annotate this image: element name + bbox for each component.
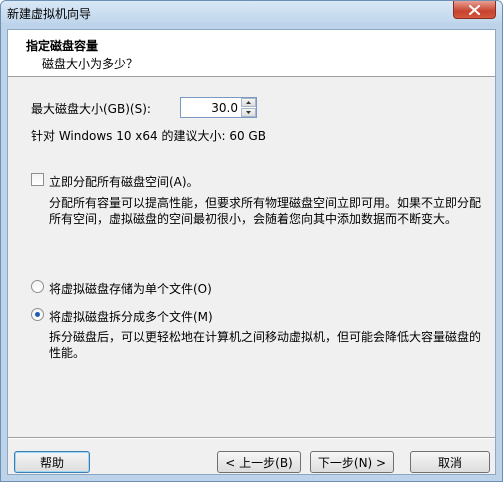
window-title: 新建虚拟机向导 [7,7,92,21]
spin-down-button[interactable] [241,108,256,117]
disk-size-label: 最大磁盘大小(GB)(S): [31,102,151,116]
title-bar[interactable]: 新建虚拟机向导 [1,1,502,23]
wizard-header: 指定磁盘容量 磁盘大小为多少？ [8,30,495,77]
wizard-client-area: 指定磁盘容量 磁盘大小为多少？ 最大磁盘大小(GB)(S): 针对 Window… [7,29,496,475]
next-button[interactable]: 下一步(N) > [310,451,394,473]
split-description: 拆分磁盘后，可以更轻松地在计算机之间移动虚拟机，但可能会降低大容量磁盘的性能。 [49,330,482,360]
back-button[interactable]: < 上一步(B) [217,451,301,473]
chevron-down-icon [246,111,251,114]
allocate-now-label[interactable]: 立即分配所有磁盘空间(A)。 [49,173,199,190]
spin-up-button[interactable] [241,98,256,107]
split-multiple-files-label[interactable]: 将虚拟磁盘拆分成多个文件(M) [49,308,213,325]
allocate-now-checkbox[interactable] [31,173,44,186]
store-single-file-label[interactable]: 将虚拟磁盘存储为单个文件(O) [49,280,212,297]
store-single-file-radio[interactable] [31,280,44,293]
footer-divider [8,437,495,439]
recommended-size-text: 针对 Windows 10 x64 的建议大小: 60 GB [31,129,266,143]
close-icon [469,4,480,15]
page-title: 指定磁盘容量 [26,39,99,53]
close-button[interactable] [453,1,496,19]
chevron-up-icon [246,101,251,104]
disk-size-spinbox[interactable] [180,97,257,118]
page-subtitle: 磁盘大小为多少？ [42,57,139,71]
split-multiple-files-radio[interactable] [31,308,44,321]
disk-size-spin-arrows [241,98,256,117]
radio-selected-dot [35,312,40,317]
help-button[interactable]: 帮助 [14,451,90,473]
allocate-description: 分配所有容量可以提高性能，但要求所有物理磁盘空间立即可用。如果不立即分配所有空间… [49,196,482,226]
disk-size-input[interactable] [182,99,240,116]
cancel-button[interactable]: 取消 [410,451,490,473]
wizard-window: 新建虚拟机向导 指定磁盘容量 磁盘大小为多少？ 最大磁盘大小(GB)(S): 3… [0,0,503,482]
